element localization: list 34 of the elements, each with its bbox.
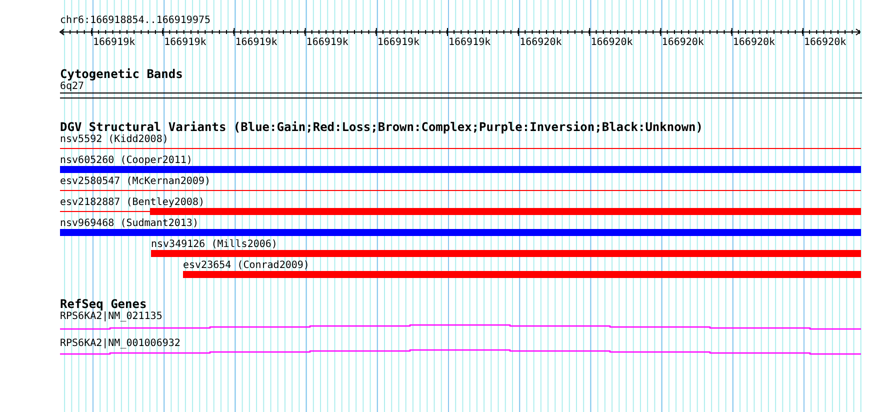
tick-label: 166920k [732, 37, 776, 49]
variant-bar[interactable] [150, 208, 861, 215]
tick-label: 166920k [662, 37, 704, 49]
tick-label: 166919k [377, 37, 420, 49]
tick-label: 166919k [448, 37, 491, 49]
tick-label: 166919k [235, 37, 278, 49]
variant-label: nsv605260 (Cooper2011) [60, 155, 192, 166]
variant-bar[interactable] [60, 166, 861, 173]
gene-label: RPS6KA2|NM_021135 [60, 311, 162, 322]
variant-label: nsv969468 (Sudmant2013) [60, 218, 198, 229]
variant-label: nsv5592 (Kidd2008) [60, 134, 168, 145]
track-title: DGV Structural Variants (Blue:Gain;Red:Loss;Brown:Complex;Purple:Inversion;Black:Unknown) [60, 121, 703, 134]
variant-label: esv2580547 (McKernan2009) [60, 176, 211, 187]
gene-model-line[interactable] [60, 324, 861, 330]
gene-model-line[interactable] [60, 349, 861, 355]
tick-label: 166920k [590, 37, 633, 49]
band-label: 6q27 [60, 81, 84, 92]
track-title: Cytogenetic Bands [60, 68, 183, 81]
variant-line[interactable] [60, 190, 861, 191]
variant-label: nsv349126 (Mills2006) [151, 239, 278, 250]
tick-label: 166919k [306, 37, 348, 49]
variant-bar[interactable] [151, 250, 861, 257]
variant-bar[interactable] [60, 229, 861, 236]
variant-label: esv23654 (Conrad2009) [183, 260, 310, 271]
chromosome-location: chr6:166918854..166919975 [60, 15, 211, 26]
variant-line[interactable] [60, 148, 861, 149]
tick-label: 166920k [520, 37, 562, 49]
gene-label: RPS6KA2|NM_001006932 [60, 338, 180, 349]
track-title: RefSeq Genes [60, 298, 147, 311]
variant-bar[interactable] [183, 271, 861, 278]
tick-label: 166919k [93, 37, 136, 49]
tick-label: 166920k [804, 37, 846, 49]
tick-label: 166919k [164, 37, 206, 49]
variant-label: esv2182887 (Bentley2008) [60, 197, 204, 208]
